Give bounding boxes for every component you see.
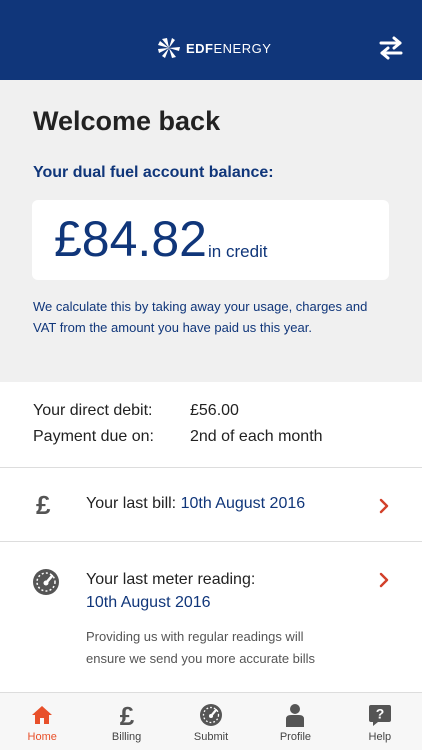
- edf-energy-logo: EDFENERGY: [156, 36, 271, 60]
- help-icon: ?: [368, 705, 391, 726]
- chevron-right-icon: [379, 498, 389, 514]
- direct-debit-row: Your direct debit: £56.00: [33, 402, 239, 420]
- pound-icon: £: [36, 490, 51, 520]
- last-bill-row[interactable]: £ Your last bill: 10th August 2016: [0, 468, 422, 542]
- payment-due-value: 2nd of each month: [190, 428, 323, 445]
- balance-amount: £84.82: [54, 211, 207, 267]
- page-title: Welcome back: [33, 106, 221, 136]
- meter-reading-date: 10th August 2016: [86, 594, 211, 611]
- edf-logo-icon: [158, 38, 180, 58]
- tab-profile-label: Profile: [279, 731, 312, 743]
- meter-reading-note: Providing us with regular readings will …: [86, 629, 316, 666]
- svg-text:£: £: [119, 703, 134, 727]
- swap-arrows-icon[interactable]: [378, 36, 404, 60]
- balance-label: Your dual fuel account balance:: [33, 164, 274, 181]
- gauge-icon: [200, 704, 223, 726]
- last-bill-text: Your last bill: 10th August 2016: [86, 495, 305, 513]
- last-meter-reading-row[interactable]: Your last meter reading: 10th August 201…: [0, 542, 422, 692]
- balance-panel: Welcome back Your dual fuel account bala…: [0, 80, 422, 382]
- tab-billing-label: Billing: [111, 731, 142, 743]
- logo-suffix-text: ENERGY: [213, 40, 272, 56]
- tab-help-label: Help: [368, 731, 392, 743]
- app-header: EDFENERGY: [0, 0, 422, 80]
- meter-reading-label: Your last meter reading:: [86, 571, 256, 588]
- tab-home[interactable]: Home: [0, 693, 84, 750]
- pound-icon: £: [119, 703, 134, 727]
- logo-brand-text: EDF: [186, 40, 214, 56]
- bottom-tab-bar: Home £ Billing Submit Profile ? Help: [0, 692, 422, 750]
- last-bill-label: Your last bill:: [86, 495, 177, 512]
- tab-submit[interactable]: Submit: [169, 693, 253, 750]
- tab-billing[interactable]: £ Billing: [84, 693, 168, 750]
- gauge-icon: [33, 569, 59, 595]
- last-bill-date: 10th August 2016: [180, 495, 306, 512]
- payment-due-row: Payment due on: 2nd of each month: [33, 428, 323, 446]
- person-icon: [286, 704, 305, 727]
- home-icon: [32, 706, 53, 724]
- balance-status: in credit: [208, 242, 268, 261]
- payment-due-label: Payment due on:: [33, 428, 154, 445]
- direct-debit-value: £56.00: [190, 402, 239, 419]
- svg-text:?: ?: [376, 706, 385, 722]
- tab-home-label: Home: [27, 731, 57, 743]
- tab-submit-label: Submit: [193, 731, 229, 743]
- tab-profile[interactable]: Profile: [253, 693, 337, 750]
- direct-debit-section: Your direct debit: £56.00 Payment due on:…: [0, 382, 422, 468]
- balance-explanation: We calculate this by taking away your us…: [33, 299, 368, 335]
- balance-card: £84.82 in credit: [32, 200, 389, 280]
- chevron-right-icon: [379, 572, 389, 588]
- tab-help[interactable]: ? Help: [338, 693, 422, 750]
- direct-debit-label: Your direct debit:: [33, 402, 153, 419]
